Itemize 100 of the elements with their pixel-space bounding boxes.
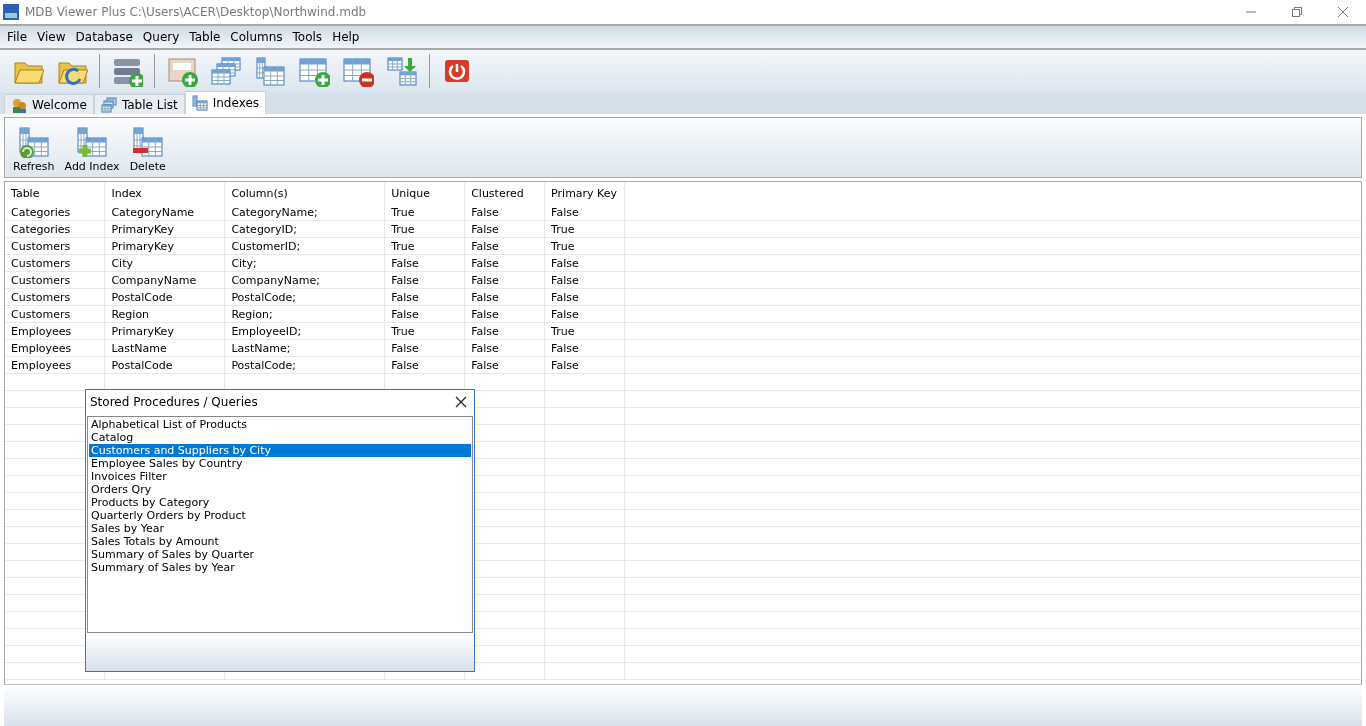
- table-cell: True: [384, 220, 465, 238]
- table-cell: PrimaryKey: [104, 237, 225, 255]
- table-cell: True: [384, 204, 465, 221]
- close-icon: [1337, 6, 1349, 18]
- menu-item[interactable]: Query: [137, 30, 185, 44]
- column-header[interactable]: Table: [5, 182, 105, 204]
- column-header[interactable]: Clustered: [464, 182, 545, 204]
- table-cell: False: [464, 305, 545, 323]
- table-cell: False: [384, 288, 465, 306]
- list-item[interactable]: Quarterly Orders by Product: [89, 509, 471, 522]
- table-cell: False: [384, 271, 465, 289]
- table-cell: True: [544, 237, 625, 255]
- table-cell: LastName;: [224, 339, 385, 357]
- app-icon: [3, 4, 19, 20]
- list-item[interactable]: Alphabetical List of Products: [89, 418, 471, 431]
- list-item[interactable]: Products by Category: [89, 496, 471, 509]
- table-cell: False: [544, 271, 625, 289]
- column-header[interactable]: Column(s): [224, 182, 385, 204]
- table-refresh-icon: [17, 126, 50, 158]
- table-cell: False: [544, 356, 625, 374]
- restore-icon: [1291, 6, 1303, 18]
- table-index-icon[interactable]: [254, 55, 286, 87]
- table-cell: True: [544, 220, 625, 238]
- table-cell: Customers: [5, 237, 105, 255]
- table-cell: False: [464, 237, 545, 255]
- list-item[interactable]: Sales by Year: [89, 522, 471, 535]
- table-remove-icon: [131, 126, 164, 158]
- table-cell: False: [544, 339, 625, 357]
- users-icon: [11, 96, 27, 113]
- table-cell: PostalCode;: [224, 288, 385, 306]
- table-cell: City;: [224, 254, 385, 272]
- table-cell: Employees: [5, 322, 105, 340]
- tab[interactable]: Table List: [93, 94, 185, 114]
- table-index-icon: [191, 95, 208, 111]
- list-item[interactable]: Summary of Sales by Quarter: [89, 548, 471, 561]
- table-cell: Customers: [5, 271, 105, 289]
- table-cell: CategoryName;: [224, 204, 385, 221]
- list-item[interactable]: Sales Totals by Amount: [89, 535, 471, 548]
- table-cell: False: [464, 271, 545, 289]
- table-cell: True: [544, 322, 625, 340]
- list-item[interactable]: Employee Sales by Country: [89, 457, 471, 470]
- table-cell: Categories: [5, 220, 105, 238]
- list-item[interactable]: Invoices Filter: [89, 470, 471, 483]
- tab[interactable]: Indexes: [184, 91, 267, 114]
- list-item[interactable]: Orders Qry: [89, 483, 471, 496]
- table-cell: Categories: [5, 204, 105, 221]
- table-cell: PostalCode: [104, 288, 225, 306]
- menu-item[interactable]: Table: [184, 30, 226, 44]
- menu-item[interactable]: Help: [327, 30, 365, 44]
- table-cell: False: [464, 288, 545, 306]
- table-cell: False: [464, 339, 545, 357]
- table-cell: False: [544, 305, 625, 323]
- table-cell: False: [384, 356, 465, 374]
- table-cell: False: [384, 254, 465, 272]
- table-cell: City: [104, 254, 225, 272]
- column-header[interactable]: Unique: [384, 182, 465, 204]
- column-header[interactable]: Primary Key: [544, 182, 625, 204]
- table-cell: PrimaryKey: [104, 220, 225, 238]
- table-cell: Customers: [5, 288, 105, 306]
- dialog-title: Stored Procedures / Queries: [90, 395, 259, 409]
- table-cell: False: [384, 339, 465, 357]
- table-cell: Customers: [5, 305, 105, 323]
- table-cell: CompanyName;: [224, 271, 385, 289]
- table-cell: False: [464, 322, 545, 340]
- menu-item[interactable]: Tools: [287, 30, 328, 44]
- rename-icon[interactable]: [386, 55, 418, 87]
- tables-icon[interactable]: [210, 55, 242, 87]
- table-cell: CategoryName: [104, 204, 225, 221]
- menu-item[interactable]: Database: [70, 30, 138, 44]
- table-cell: Region: [104, 305, 225, 323]
- sql-table-add-icon[interactable]: [166, 55, 198, 87]
- menu-item[interactable]: File: [2, 30, 33, 44]
- table-cell: True: [384, 237, 465, 255]
- table-cell: False: [544, 254, 625, 272]
- toolbar-button[interactable]: Add Index: [62, 126, 122, 173]
- list-item[interactable]: Summary of Sales by Year: [89, 561, 471, 574]
- list-item[interactable]: Customers and Suppliers by City: [89, 444, 471, 457]
- menu-item[interactable]: Columns: [225, 30, 288, 44]
- toolbar-button[interactable]: Delete: [127, 126, 168, 173]
- toolbar-button[interactable]: Refresh: [11, 126, 57, 173]
- table-cell: LastName: [104, 339, 225, 357]
- window-title: MDB Viewer Plus C:\Users\ACER\Desktop\Northwind.mdb: [25, 5, 368, 19]
- tables-icon: [100, 96, 117, 113]
- table-remove-icon[interactable]: [342, 55, 374, 87]
- menu-item[interactable]: View: [32, 30, 71, 44]
- table-cell: CompanyName: [104, 271, 225, 289]
- table-cell: False: [464, 220, 545, 238]
- table-add-icon: [76, 126, 109, 158]
- table-cell: PostalCode;: [224, 356, 385, 374]
- table-cell: Employees: [5, 356, 105, 374]
- table-cell: False: [384, 305, 465, 323]
- table-cell: EmployeeID;: [224, 322, 385, 340]
- table-cell: False: [464, 254, 545, 272]
- table-cell: CustomerID;: [224, 237, 385, 255]
- table-cell: False: [544, 204, 625, 221]
- tab[interactable]: Welcome: [4, 94, 94, 114]
- column-header[interactable]: Index: [104, 182, 225, 204]
- list-item[interactable]: Catalog: [89, 431, 471, 444]
- table-cell: False: [464, 356, 545, 374]
- table-add-icon[interactable]: [298, 55, 330, 87]
